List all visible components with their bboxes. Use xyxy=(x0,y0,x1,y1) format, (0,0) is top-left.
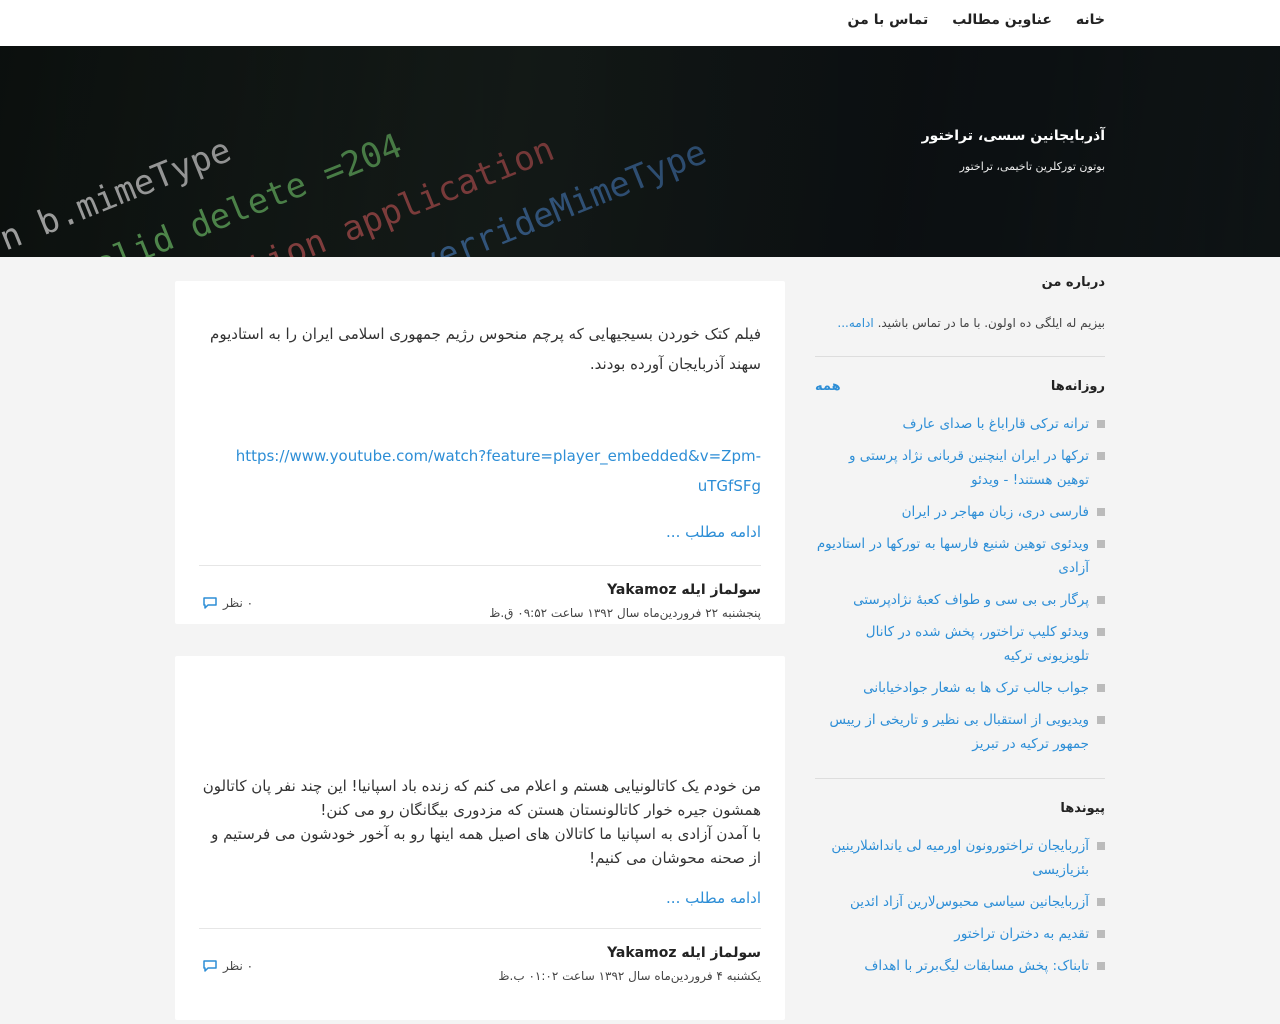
blogroll-link[interactable]: آزربایجانین سیاسی محبوس‌لارین آزاد ائدین xyxy=(850,890,1089,914)
site-title[interactable]: آذربایجانین سسی، تراختور xyxy=(922,128,1105,144)
post-body: فیلم کتک خوردن بسیجیهایی که پرچم منحوس ر… xyxy=(175,281,785,547)
sidebar: درباره من بیزیم له ایلگی ده اولون. با ما… xyxy=(815,275,1105,986)
bullet-icon xyxy=(1097,898,1105,906)
list-item: تابناک: پخش مسابقات لیگ‌برتر با اهداف xyxy=(815,954,1105,978)
comments-count: ۰ نظر xyxy=(223,959,254,973)
post-date: یکشنبه ۴ فروردین‌ماه سال ۱۳۹۲ ساعت ۰۱:۰۲… xyxy=(498,969,761,983)
recent-post-link[interactable]: پرگار بی بی سی و طواف کعبهٔ نژادپرستی xyxy=(853,588,1089,612)
recent-posts-title: روزانه‌ها xyxy=(1050,379,1105,394)
comments-link[interactable]: ۰ نظر xyxy=(203,959,253,973)
nav-titles-link[interactable]: عناوین مطالب xyxy=(952,12,1052,28)
recent-post-link[interactable]: ویدئو کلیپ تراختور، پخش شده در کانال تلو… xyxy=(815,620,1089,668)
banner-overlay xyxy=(0,46,1280,257)
recent-posts-widget: روزانه‌ها همه ترانه ترکی قاراباغ با صدای… xyxy=(815,379,1105,756)
about-text: بیزیم له ایلگی ده اولون. با ما در تماس ب… xyxy=(815,312,1105,334)
recent-post-link[interactable]: ترانه ترکی قاراباغ با صدای عارف xyxy=(903,412,1089,436)
recent-post-link[interactable]: ترکها در ایران اینچنین قربانی نژاد پرستی… xyxy=(815,444,1089,492)
blogroll-link[interactable]: تابناک: پخش مسابقات لیگ‌برتر با اهداف xyxy=(864,954,1089,978)
list-item: تقدیم به دختران تراختور xyxy=(815,922,1105,946)
list-item: جواب جالب ترک ها به شعار جوادخیابانی xyxy=(815,676,1105,700)
recent-post-link[interactable]: فارسی دری، زبان مهاجر در ایران xyxy=(902,500,1089,524)
all-posts-link[interactable]: همه xyxy=(815,379,841,394)
nav-contact-link[interactable]: تماس با من xyxy=(848,12,929,28)
about-title: درباره من xyxy=(1041,275,1105,290)
post-text-line: من خودم یک کاتالونیایی هستم و اعلام می ک… xyxy=(202,777,761,819)
post-meta: سولماز ایله Yakamoz یکشنبه ۴ فروردین‌ماه… xyxy=(175,929,785,999)
main-nav: خانه عناوین مطالب تماس با من xyxy=(848,12,1105,28)
post-author[interactable]: سولماز ایله Yakamoz xyxy=(607,582,761,598)
bullet-icon xyxy=(1097,508,1105,516)
comments-count: ۰ نظر xyxy=(223,596,254,610)
list-item: ترکها در ایران اینچنین قربانی نژاد پرستی… xyxy=(815,444,1105,492)
read-more-wrap: ادامه مطلب ... xyxy=(199,517,761,547)
post-body: من خودم یک کاتالونیایی هستم و اعلام می ک… xyxy=(175,656,785,910)
blogroll-link[interactable]: آزربایجان تراختورونون اورمیه لی یانداشلا… xyxy=(815,834,1089,882)
list-item: ترانه ترکی قاراباغ با صدای عارف xyxy=(815,412,1105,436)
links-widget: پیوندها آزربایجان تراختورونون اورمیه لی … xyxy=(815,801,1105,978)
bullet-icon xyxy=(1097,540,1105,548)
bullet-icon xyxy=(1097,842,1105,850)
bullet-icon xyxy=(1097,596,1105,604)
list-item: ویدئوی توهین شنیع فارسها به تورکها در اس… xyxy=(815,532,1105,580)
widget-divider xyxy=(815,356,1105,357)
list-item: آزربایجانین سیاسی محبوس‌لارین آزاد ائدین xyxy=(815,890,1105,914)
bullet-icon xyxy=(1097,716,1105,724)
read-more-link[interactable]: ادامه مطلب ... xyxy=(666,889,761,907)
post-card: فیلم کتک خوردن بسیجیهایی که پرچم منحوس ر… xyxy=(175,281,785,624)
about-more-link[interactable]: ادامه... xyxy=(837,316,873,330)
read-more-link[interactable]: ادامه مطلب ... xyxy=(666,523,761,541)
links-list: آزربایجان تراختورونون اورمیه لی یانداشلا… xyxy=(815,834,1105,978)
about-text-body: بیزیم له ایلگی ده اولون. با ما در تماس ب… xyxy=(877,316,1105,330)
widget-divider xyxy=(815,778,1105,779)
blogroll-link[interactable]: تقدیم به دختران تراختور xyxy=(954,922,1089,946)
post-video-link-wrap: https://www.youtube.com/watch?feature=pl… xyxy=(199,441,761,501)
post-author[interactable]: سولماز ایله Yakamoz xyxy=(607,945,761,961)
bullet-icon xyxy=(1097,684,1105,692)
bullet-icon xyxy=(1097,962,1105,970)
bullet-icon xyxy=(1097,628,1105,636)
read-more-wrap: ادامه مطلب ... xyxy=(199,886,761,910)
post-card: من خودم یک کاتالونیایی هستم و اعلام می ک… xyxy=(175,656,785,1020)
post-text-line: با آمدن آزادی به اسپانیا ما کاتالان های … xyxy=(211,825,761,867)
links-title: پیوندها xyxy=(1060,801,1105,816)
post-date: پنجشنبه ۲۲ فروردین‌ماه سال ۱۳۹۲ ساعت ۰۹:… xyxy=(489,606,761,620)
recent-posts-header: روزانه‌ها همه xyxy=(815,379,1105,394)
list-item: فارسی دری، زبان مهاجر در ایران xyxy=(815,500,1105,524)
post-meta: سولماز ایله Yakamoz پنجشنبه ۲۲ فروردین‌م… xyxy=(175,566,785,636)
site-description: بوتون تورکلرین تاخیمی، تراختور xyxy=(959,160,1105,173)
comments-link[interactable]: ۰ نظر xyxy=(203,596,253,610)
nav-home-link[interactable]: خانه xyxy=(1076,12,1105,28)
recent-post-link[interactable]: ویدیویی از استقبال بی نظیر و تاریخی از ر… xyxy=(815,708,1090,756)
header-banner: "ajaxT:c" .each(["get", "post"], data.ea… xyxy=(0,46,1280,257)
bullet-icon xyxy=(1097,420,1105,428)
list-item: ویدیویی از استقبال بی نظیر و تاریخی از ر… xyxy=(815,708,1105,756)
list-item: آزربایجان تراختورونون اورمیه لی یانداشلا… xyxy=(815,834,1105,882)
bullet-icon xyxy=(1097,452,1105,460)
about-widget: درباره من بیزیم له ایلگی ده اولون. با ما… xyxy=(815,275,1105,334)
post-text: فیلم کتک خوردن بسیجیهایی که پرچم منحوس ر… xyxy=(210,325,761,373)
post-video-link[interactable]: https://www.youtube.com/watch?feature=pl… xyxy=(236,447,761,495)
recent-post-link[interactable]: ویدئوی توهین شنیع فارسها به تورکها در اس… xyxy=(815,532,1089,580)
bullet-icon xyxy=(1097,930,1105,938)
recent-post-link[interactable]: جواب جالب ترک ها به شعار جوادخیابانی xyxy=(863,676,1089,700)
comment-icon xyxy=(203,597,217,609)
recent-posts-list: ترانه ترکی قاراباغ با صدای عارف ترکها در… xyxy=(815,412,1105,756)
list-item: ویدئو کلیپ تراختور، پخش شده در کانال تلو… xyxy=(815,620,1105,668)
comment-icon xyxy=(203,960,217,972)
list-item: پرگار بی بی سی و طواف کعبهٔ نژادپرستی xyxy=(815,588,1105,612)
top-navbar: خانه عناوین مطالب تماس با من xyxy=(0,0,1280,46)
